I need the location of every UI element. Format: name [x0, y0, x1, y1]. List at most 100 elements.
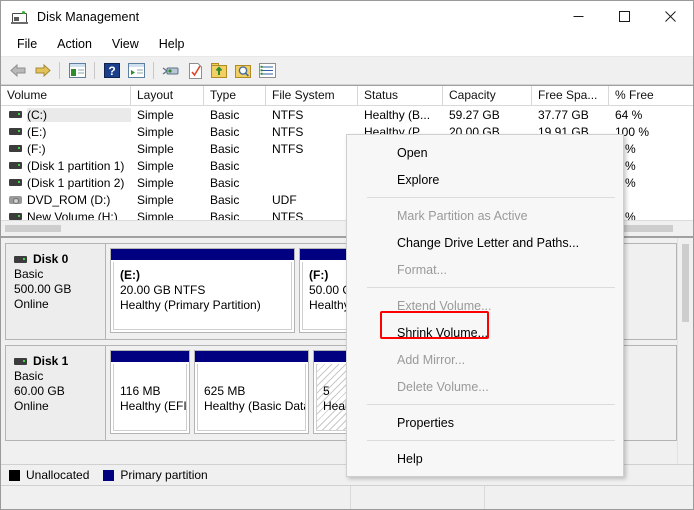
close-button[interactable]: [647, 1, 693, 32]
partition-size: 625 MB: [204, 384, 246, 398]
column-header-free-space[interactable]: Free Spa...: [532, 86, 609, 105]
export-list-icon[interactable]: [208, 60, 230, 82]
column-header-percent-free[interactable]: % Free: [609, 86, 680, 105]
disk-type: Basic: [14, 369, 44, 383]
disk-info-1: Disk 1 Basic 60.00 GB Online: [6, 346, 106, 440]
cell-volume: (Disk 1 partition 1): [27, 158, 125, 173]
partition-details: 116 MB Healthy (EFI Syst: [113, 364, 187, 431]
cell-layout: Simple: [137, 107, 174, 122]
disk-state: Online: [14, 399, 49, 413]
partition-status: Healthy (EFI Syst: [120, 399, 187, 413]
legend-label-primary-partition: Primary partition: [120, 468, 208, 482]
partition-color-bar: [111, 249, 294, 261]
disk-state: Online: [14, 297, 49, 311]
cell-file-system: NTFS: [272, 141, 304, 156]
hard-disk-icon: [9, 144, 22, 153]
status-bar: [1, 485, 693, 509]
table-row[interactable]: (C:) Simple Basic NTFS Healthy (B... 59.…: [1, 106, 693, 123]
legend-swatch-unallocated: [9, 469, 20, 481]
toolbar-separator: [153, 62, 154, 79]
cell-layout: Simple: [137, 175, 174, 190]
cell-free-space: 37.77 GB: [538, 107, 589, 122]
forward-arrow-icon[interactable]: [31, 60, 53, 82]
show-action-pane-icon[interactable]: [125, 60, 147, 82]
cell-status: Healthy (B...: [364, 107, 431, 122]
cell-layout: Simple: [137, 141, 174, 156]
menu-item-mark-partition-as-active: Mark Partition as Active: [397, 208, 528, 223]
cell-file-system: UDF: [272, 192, 297, 207]
hard-disk-icon: [14, 255, 27, 264]
menu-item-extend-volume: Extend Volume...: [397, 298, 492, 313]
toolbar: ?: [1, 57, 693, 85]
hard-disk-icon: [14, 357, 27, 366]
title-bar: Disk Management: [1, 1, 693, 32]
menu-item-format: Format...: [397, 262, 448, 277]
partition-color-bar: [111, 351, 189, 363]
menu-item-change-drive-letter-and-paths[interactable]: Change Drive Letter and Paths...: [347, 229, 623, 256]
disk-view-vertical-scrollbar[interactable]: [677, 238, 693, 464]
menu-separator: [367, 440, 615, 441]
show-console-tree-icon[interactable]: [66, 60, 88, 82]
partition-block[interactable]: (E:) 20.00 GB NTFS Healthy (Primary Part…: [110, 248, 295, 333]
column-header-type[interactable]: Type: [204, 86, 266, 105]
column-header-capacity[interactable]: Capacity: [443, 86, 532, 105]
partition-block[interactable]: 625 MB Healthy (Basic Data Par: [194, 350, 309, 434]
disk-name: Disk 1: [33, 354, 69, 368]
window-controls: [555, 1, 693, 32]
column-header-volume[interactable]: Volume: [1, 86, 131, 105]
cell-volume: (Disk 1 partition 2): [27, 175, 125, 190]
cell-type: Basic: [210, 107, 240, 122]
cell-layout: Simple: [137, 158, 174, 173]
partition-status: Healthy (Basic Data Par: [204, 399, 305, 413]
menu-help[interactable]: Help: [149, 34, 195, 54]
window-title: Disk Management: [37, 9, 140, 24]
partition-label: (E:): [120, 268, 140, 282]
disk-management-icon: [11, 9, 29, 25]
help-icon[interactable]: ?: [101, 60, 123, 82]
hard-disk-icon: [9, 161, 22, 170]
partition-block[interactable]: 116 MB Healthy (EFI Syst: [110, 350, 190, 434]
volume-list-header: Volume Layout Type File System Status Ca…: [1, 86, 693, 106]
properties-icon[interactable]: [184, 60, 206, 82]
menu-file[interactable]: File: [7, 34, 47, 54]
column-header-layout[interactable]: Layout: [131, 86, 204, 105]
cell-type: Basic: [210, 192, 240, 207]
menu-item-open[interactable]: Open: [347, 139, 623, 166]
menu-item-properties[interactable]: Properties: [347, 409, 623, 436]
legend-swatch-primary-partition: [103, 469, 115, 481]
menu-item-explore[interactable]: Explore: [347, 166, 623, 193]
status-pane-3: [485, 486, 693, 509]
menu-separator: [367, 287, 615, 288]
column-header-status[interactable]: Status: [358, 86, 443, 105]
hard-disk-icon: [9, 178, 22, 187]
disk-management-window: Disk Management File Action View Help ? …: [0, 0, 694, 510]
cell-type: Basic: [210, 124, 240, 139]
svg-text:?: ?: [108, 64, 115, 78]
column-header-file-system[interactable]: File System: [266, 86, 358, 105]
disk-type: Basic: [14, 267, 44, 281]
status-pane-1: [1, 486, 351, 509]
disk-size: 500.00 GB: [14, 282, 72, 296]
menu-view[interactable]: View: [102, 34, 149, 54]
toolbar-separator: [94, 62, 95, 79]
maximize-button[interactable]: [601, 1, 647, 32]
partition-size: 20.00 GB NTFS: [120, 283, 206, 297]
hard-disk-icon: [9, 127, 22, 136]
menu-item-help[interactable]: Help: [347, 445, 623, 472]
detail-view-icon[interactable]: [256, 60, 278, 82]
menu-item-shrink-volume[interactable]: Shrink Volume...: [347, 319, 623, 346]
disk-name: Disk 0: [33, 252, 69, 266]
disk-title-1: Disk 1: [14, 354, 105, 368]
disk-size: 60.00 GB: [14, 384, 65, 398]
partition-status: Healthy (Primary Partition): [120, 298, 261, 312]
cell-layout: Simple: [137, 192, 174, 207]
partition-color-bar: [195, 351, 308, 363]
cell-type: Basic: [210, 141, 240, 156]
menu-action[interactable]: Action: [47, 34, 102, 54]
cell-volume: (E:): [27, 124, 47, 139]
cell-file-system: NTFS: [272, 107, 304, 122]
search-icon[interactable]: [232, 60, 254, 82]
minimize-button[interactable]: [555, 1, 601, 32]
rescan-disks-icon[interactable]: [160, 60, 182, 82]
back-arrow-icon[interactable]: [7, 60, 29, 82]
